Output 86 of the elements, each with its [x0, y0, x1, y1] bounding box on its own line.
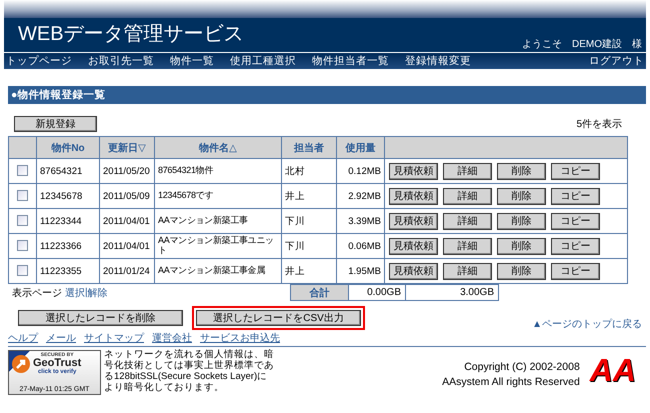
action-button[interactable]: 見積依頼: [389, 188, 438, 204]
table-cell: 2.92MB: [336, 184, 384, 208]
table-cell: 12345678です: [154, 184, 282, 208]
table-cell: 3.39MB: [336, 208, 384, 234]
table-cell: 下川: [282, 234, 336, 258]
record-count: 5件を表示: [576, 118, 622, 131]
table-cell: 0.12MB: [336, 158, 384, 184]
action-button[interactable]: 削除: [497, 262, 546, 280]
action-button[interactable]: 詳細: [443, 262, 492, 280]
table-cell: 2011/04/01: [100, 208, 154, 234]
table-cell: 87654321物件: [154, 158, 282, 184]
footer-link[interactable]: メール: [46, 331, 76, 345]
action-button[interactable]: 削除: [497, 212, 546, 230]
footer-link[interactable]: 運営会社: [152, 331, 192, 345]
nav-link[interactable]: 登録情報変更: [405, 54, 471, 68]
page-label: 表示ページ: [12, 286, 62, 300]
column-header[interactable]: 物件No: [36, 136, 100, 158]
table-cell: 12345678: [36, 184, 100, 208]
action-button[interactable]: 詳細: [443, 212, 492, 230]
footer-link[interactable]: サービスお申込先: [200, 331, 280, 345]
table-cell: 2011/05/20: [100, 158, 154, 184]
action-button[interactable]: 見積依頼: [389, 162, 438, 180]
copyright-text: AAsystem All rights Reserved: [442, 374, 580, 390]
column-header[interactable]: 物件名△: [154, 136, 282, 158]
action-button[interactable]: 見積依頼: [389, 212, 438, 230]
site-title: WEBデータ管理サービス: [18, 22, 244, 46]
table-cell: AAマンション新築工事: [154, 208, 282, 234]
action-button[interactable]: 削除: [497, 162, 546, 180]
action-button[interactable]: コピー: [551, 162, 600, 180]
table-cell: AAマンション新築工事ユニット: [154, 234, 282, 258]
table-cell: 北村: [282, 158, 336, 184]
new-button[interactable]: 新規登録: [14, 116, 97, 132]
select-link[interactable]: 選択: [65, 286, 85, 300]
bulk-action-button[interactable]: 選択したレコードを削除: [18, 310, 183, 326]
company-logo: AA: [590, 354, 636, 386]
action-button[interactable]: 詳細: [443, 162, 492, 180]
nav-link[interactable]: 物件一覧: [170, 54, 214, 68]
action-button[interactable]: 見積依頼: [389, 262, 438, 280]
table-cell: 井上: [282, 184, 336, 208]
table-cell: AAマンション新築工事金属: [154, 258, 282, 284]
row-checkbox[interactable]: [17, 215, 28, 226]
row-checkbox[interactable]: [17, 240, 28, 252]
total-label: 合計: [290, 284, 349, 301]
action-button[interactable]: 詳細: [443, 188, 492, 204]
action-button[interactable]: 削除: [497, 238, 546, 254]
nav-link[interactable]: 使用工種選択: [230, 54, 296, 68]
action-button[interactable]: コピー: [551, 262, 600, 280]
logout-link[interactable]: ログアウト: [589, 54, 644, 68]
nav-link[interactable]: トップページ: [6, 54, 72, 68]
back-to-top-link[interactable]: ▲ページのトップに戻る: [532, 317, 642, 331]
section-title: ●物件情報登録一覧: [11, 88, 106, 102]
column-header[interactable]: 更新日▽: [100, 136, 154, 158]
action-button[interactable]: コピー: [551, 238, 600, 254]
footer-link[interactable]: サイトマップ: [84, 331, 144, 345]
action-button[interactable]: コピー: [551, 188, 600, 204]
table-cell: 2011/05/09: [100, 184, 154, 208]
table-cell: 11223344: [36, 208, 100, 234]
table-cell: 11223355: [36, 258, 100, 284]
row-checkbox[interactable]: [17, 165, 28, 176]
total-used: 0.00GB: [349, 284, 406, 301]
total-capacity: 3.00GB: [406, 284, 499, 301]
nav-link[interactable]: お取引先一覧: [88, 54, 154, 68]
seal-brand: GeoTrust: [33, 358, 82, 369]
row-checkbox[interactable]: [17, 190, 28, 202]
action-button[interactable]: 削除: [497, 188, 546, 204]
table-cell: 2011/01/24: [100, 258, 154, 284]
action-button[interactable]: 見積依頼: [389, 238, 438, 254]
action-button[interactable]: コピー: [551, 212, 600, 230]
nav-link[interactable]: 物件担当者一覧: [312, 54, 389, 68]
table-cell: 2011/04/01: [100, 234, 154, 258]
copyright-text: Copyright (C) 2002-2008: [463, 360, 580, 375]
table-cell: 0.06MB: [336, 234, 384, 258]
footer-link[interactable]: ヘルプ: [8, 331, 38, 345]
separator-text: |: [85, 287, 88, 298]
row-checkbox[interactable]: [17, 265, 28, 276]
action-button[interactable]: 詳細: [443, 238, 492, 254]
table-cell: 87654321: [36, 158, 100, 184]
column-header[interactable]: 担当者: [282, 136, 336, 158]
table-cell: 下川: [282, 208, 336, 234]
welcome-text: ようこそ DEMO建設 様: [522, 38, 642, 51]
table-cell: 1.95MB: [336, 258, 384, 284]
column-header[interactable]: 使用量: [336, 136, 384, 158]
ssl-note: ネットワークを流れる個人情報は、暗号化技術としては事実上世界標準である128bitSSL(Secure Sockets Layer)により暗号化しております。: [104, 350, 274, 394]
clear-link[interactable]: 解除: [88, 286, 108, 300]
table-cell: 11223366: [36, 234, 100, 258]
bulk-action-button[interactable]: 選択したレコードをCSV出力: [196, 310, 361, 326]
